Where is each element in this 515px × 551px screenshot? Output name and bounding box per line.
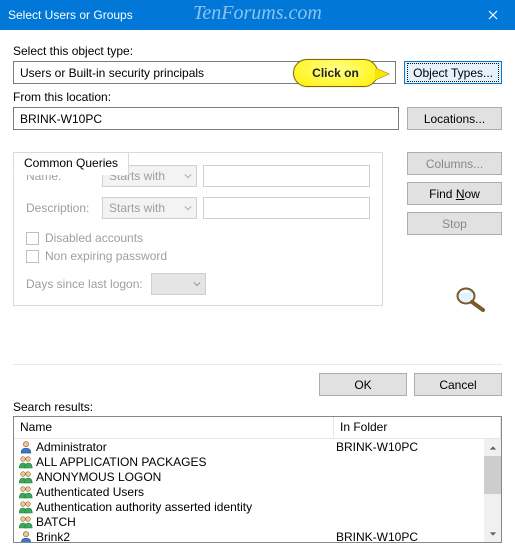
result-name: Authentication authority asserted identi… — [36, 500, 336, 514]
locations-button[interactable]: Locations... — [407, 107, 502, 130]
column-header-folder[interactable]: In Folder — [334, 417, 501, 439]
divider — [13, 364, 502, 365]
description-filter-input — [203, 197, 370, 219]
watermark-text: TenForums.com — [193, 2, 322, 25]
window-title: Select Users or Groups — [8, 8, 133, 22]
column-header-name[interactable]: Name — [14, 417, 334, 439]
columns-button: Columns... — [407, 152, 502, 175]
group-icon — [18, 485, 34, 499]
stop-button: Stop — [407, 212, 502, 235]
close-icon — [488, 10, 498, 20]
annotation-callout: Click on — [293, 59, 378, 87]
table-row[interactable]: Authenticated Users — [14, 484, 484, 499]
common-queries-panel: Name: Starts with Description: Starts wi… — [13, 152, 383, 306]
results-label: Search results: — [13, 400, 502, 414]
group-icon — [18, 500, 34, 514]
result-name: Administrator — [36, 440, 336, 454]
description-filter-label: Description: — [26, 201, 96, 215]
days-since-logon-label: Days since last logon: — [26, 277, 143, 291]
user-icon — [18, 530, 34, 543]
checkbox-box — [26, 232, 39, 245]
results-list[interactable]: Name In Folder AdministratorBRINK-W10PCA… — [13, 416, 502, 543]
table-row[interactable]: BATCH — [14, 514, 484, 529]
group-icon — [18, 515, 34, 529]
scroll-thumb[interactable] — [484, 456, 501, 494]
result-name: Brink2 — [36, 530, 336, 543]
scroll-up-button[interactable] — [484, 439, 501, 456]
chevron-down-icon — [193, 280, 201, 288]
chevron-up-icon — [489, 444, 497, 452]
ok-button[interactable]: OK — [319, 373, 407, 396]
name-filter-input — [203, 165, 370, 187]
annotation-text: Click on — [312, 66, 359, 80]
title-bar: Select Users or Groups TenForums.com — [0, 0, 515, 30]
table-row[interactable]: ALL APPLICATION PACKAGES — [14, 454, 484, 469]
result-name: BATCH — [36, 515, 336, 529]
close-button[interactable] — [470, 0, 515, 30]
chevron-down-icon — [489, 530, 497, 538]
group-icon — [18, 455, 34, 469]
result-name: ALL APPLICATION PACKAGES — [36, 455, 336, 469]
chevron-down-icon — [184, 172, 192, 180]
dialog-client-area: Select this object type: Object Types...… — [0, 30, 515, 551]
disabled-accounts-checkbox: Disabled accounts — [26, 231, 370, 245]
table-row[interactable]: Authentication authority asserted identi… — [14, 499, 484, 514]
result-name: ANONYMOUS LOGON — [36, 470, 336, 484]
tab-common-queries[interactable]: Common Queries — [13, 152, 129, 175]
search-icon — [453, 285, 487, 313]
non-expiring-password-checkbox: Non expiring password — [26, 249, 370, 263]
chevron-down-icon — [184, 204, 192, 212]
result-name: Authenticated Users — [36, 485, 336, 499]
table-row[interactable]: AdministratorBRINK-W10PC — [14, 439, 484, 454]
table-row[interactable]: ANONYMOUS LOGON — [14, 469, 484, 484]
location-field[interactable] — [13, 107, 399, 130]
find-now-button[interactable]: Find Now — [407, 182, 502, 205]
object-type-label: Select this object type: — [13, 44, 502, 58]
group-icon — [18, 470, 34, 484]
cancel-button[interactable]: Cancel — [414, 373, 502, 396]
table-row[interactable]: Brink2BRINK-W10PC — [14, 529, 484, 542]
description-match-select: Starts with — [102, 197, 197, 219]
object-types-button[interactable]: Object Types... — [404, 61, 502, 84]
checkbox-box — [26, 250, 39, 263]
user-icon — [18, 440, 34, 454]
days-since-logon-select — [151, 273, 206, 295]
scrollbar[interactable] — [484, 439, 501, 542]
location-label: From this location: — [13, 90, 502, 104]
result-folder: BRINK-W10PC — [336, 440, 484, 454]
result-folder: BRINK-W10PC — [336, 530, 484, 543]
